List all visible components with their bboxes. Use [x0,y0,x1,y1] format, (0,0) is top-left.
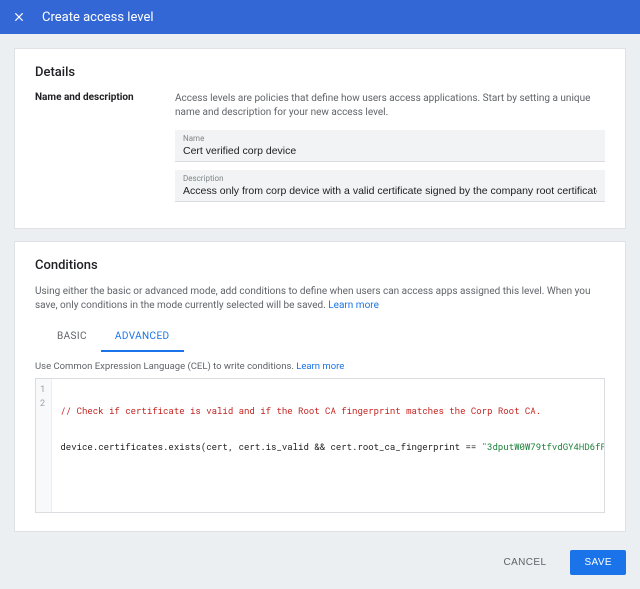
learn-more-link[interactable]: Learn more [328,300,379,311]
cel-note: Use Common Expression Language (CEL) to … [35,361,605,372]
details-card: Details Name and description Access leve… [14,48,626,229]
description-input[interactable] [183,185,597,197]
conditions-helper: Using either the basic or advanced mode,… [35,285,605,313]
details-section-label: Name and description [35,92,175,210]
close-icon[interactable] [12,10,26,24]
editor-code[interactable]: // Check if certificate is valid and if … [52,379,604,512]
tab-basic[interactable]: BASIC [43,323,101,352]
details-helper-text: Access levels are policies that define h… [175,92,605,120]
page-title: Create access level [42,10,154,25]
name-label: Name [183,134,597,143]
details-heading: Details [35,65,605,80]
cel-learn-more-link[interactable]: Learn more [296,361,344,372]
name-input[interactable] [183,145,597,157]
conditions-heading: Conditions [35,258,605,273]
page-body: Details Name and description Access leve… [0,34,640,532]
description-label: Description [183,174,597,183]
editor-gutter: 1 2 [36,379,52,512]
tab-advanced[interactable]: ADVANCED [101,323,184,352]
description-field[interactable]: Description [175,170,605,202]
topbar: Create access level [0,0,640,34]
save-button[interactable]: SAVE [570,550,626,575]
name-field[interactable]: Name [175,130,605,162]
cancel-button[interactable]: CANCEL [489,550,560,575]
conditions-card: Conditions Using either the basic or adv… [14,241,626,532]
cel-editor[interactable]: 1 2 // Check if certificate is valid and… [35,378,605,513]
footer-actions: CANCEL SAVE [0,544,640,589]
mode-tabs: BASIC ADVANCED [35,323,605,353]
